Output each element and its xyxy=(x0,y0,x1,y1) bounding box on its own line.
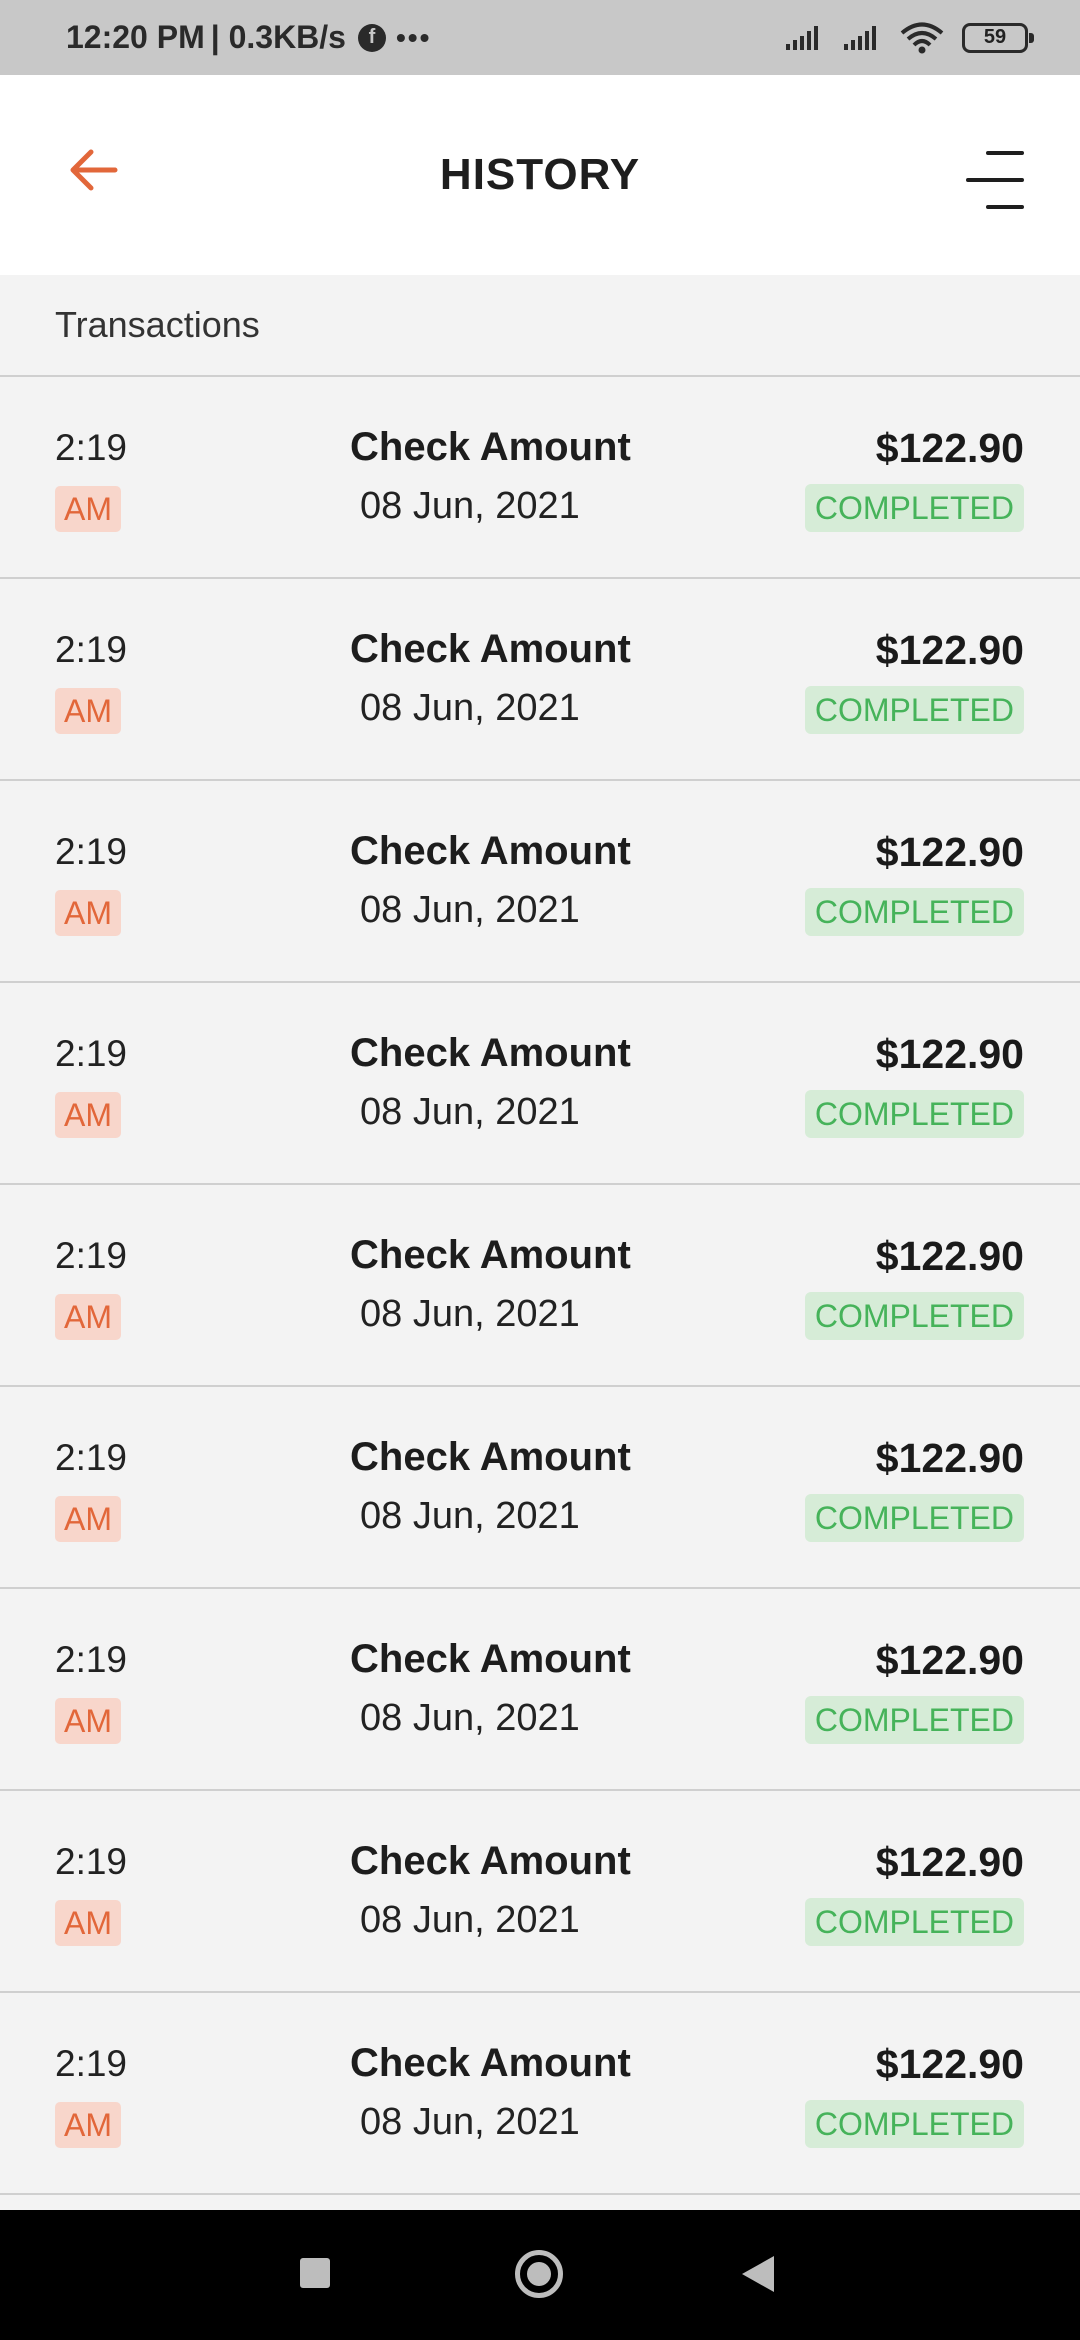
transaction-time: 2:19 xyxy=(55,427,128,468)
battery-icon: 59 xyxy=(962,22,1034,53)
transaction-date: 08 Jun, 2021 xyxy=(360,687,580,729)
transaction-date: 08 Jun, 2021 xyxy=(360,889,580,931)
section-header-transactions: Transactions xyxy=(0,275,1080,377)
square-recents-icon[interactable] xyxy=(300,2258,330,2288)
transaction-title: Check Amount xyxy=(350,1839,631,1883)
transaction-time: 2:19 xyxy=(55,1033,128,1074)
transaction-title: Check Amount xyxy=(350,2041,631,2085)
transaction-amount: $122.90 xyxy=(875,1233,1024,1279)
circle-home-icon[interactable] xyxy=(515,2250,563,2298)
transaction-amount: $122.90 xyxy=(875,1435,1024,1481)
transaction-title: Check Amount xyxy=(350,627,631,671)
wifi-icon xyxy=(900,22,944,53)
status-right: 59 xyxy=(784,22,1034,54)
transaction-amount: $122.90 xyxy=(875,2041,1024,2087)
transaction-row[interactable]: 2:19 AM Check Amount 08 Jun, 2021 $122.9… xyxy=(0,1185,1080,1387)
triangle-back-icon[interactable] xyxy=(742,2256,774,2292)
status-badge: COMPLETED xyxy=(804,484,1024,532)
transaction-date: 08 Jun, 2021 xyxy=(360,2101,580,2143)
transaction-row[interactable]: 2:19 AM Check Amount 08 Jun, 2021 $122.9… xyxy=(0,1589,1080,1791)
transaction-time: 2:19 xyxy=(55,1841,128,1882)
ampm-badge: AM xyxy=(55,486,121,532)
transaction-amount: $122.90 xyxy=(875,425,1024,471)
ampm-badge: AM xyxy=(55,1294,121,1340)
transaction-title: Check Amount xyxy=(350,829,631,873)
transaction-title: Check Amount xyxy=(350,1637,631,1681)
transaction-title: Check Amount xyxy=(350,1435,631,1479)
transaction-date: 08 Jun, 2021 xyxy=(360,1293,580,1335)
transaction-row[interactable]: 2:19 AM Check Amount 08 Jun, 2021 $122.9… xyxy=(0,1791,1080,1993)
transaction-date: 08 Jun, 2021 xyxy=(360,1495,580,1537)
transaction-time: 2:19 xyxy=(55,2043,128,2084)
system-nav-bar xyxy=(0,2210,1080,2340)
status-badge: COMPLETED xyxy=(804,686,1024,734)
transaction-row[interactable]: 2:19 AM Check Amount 08 Jun, 2021 $122.9… xyxy=(0,983,1080,1185)
status-badge: COMPLETED xyxy=(804,888,1024,936)
menu-lines-icon xyxy=(966,151,1024,209)
status-badge: COMPLETED xyxy=(804,1696,1024,1744)
transaction-time: 2:19 xyxy=(55,629,128,670)
transaction-amount: $122.90 xyxy=(875,1637,1024,1683)
ampm-badge: AM xyxy=(55,1900,121,1946)
ampm-badge: AM xyxy=(55,688,121,734)
app-bar: HISTORY xyxy=(0,75,1080,275)
transaction-time: 2:19 xyxy=(55,831,128,872)
transaction-time: 2:19 xyxy=(55,1437,128,1478)
ampm-badge: AM xyxy=(55,1496,121,1542)
transaction-amount: $122.90 xyxy=(875,627,1024,673)
ampm-badge: AM xyxy=(55,1698,121,1744)
ampm-badge: AM xyxy=(55,1092,121,1138)
status-badge: COMPLETED xyxy=(804,1898,1024,1946)
transaction-row[interactable]: 2:19 AM Check Amount 08 Jun, 2021 $122.9… xyxy=(0,1993,1080,2195)
transaction-amount: $122.90 xyxy=(875,1031,1024,1077)
arrow-left-icon xyxy=(70,149,118,191)
back-button[interactable] xyxy=(58,135,128,205)
status-badge: COMPLETED xyxy=(804,1090,1024,1138)
transaction-title: Check Amount xyxy=(350,1031,631,1075)
more-notifications-icon: ••• xyxy=(395,21,432,53)
battery-level: 59 xyxy=(983,26,1007,48)
status-badge: COMPLETED xyxy=(804,1494,1024,1542)
network-speed: | 0.3KB/s xyxy=(210,19,346,55)
transaction-row[interactable]: 2:19 AM Check Amount 08 Jun, 2021 $122.9… xyxy=(0,377,1080,579)
ampm-badge: AM xyxy=(55,890,121,936)
transaction-row[interactable]: 2:19 AM Check Amount 08 Jun, 2021 $122.9… xyxy=(0,1387,1080,1589)
transaction-date: 08 Jun, 2021 xyxy=(360,1697,580,1739)
transaction-date: 08 Jun, 2021 xyxy=(360,485,580,527)
signal-icon-2 xyxy=(844,25,876,50)
page-title: HISTORY xyxy=(439,150,641,199)
transaction-list: 2:19 AM Check Amount 08 Jun, 2021 $122.9… xyxy=(0,377,1080,2195)
signal-icon xyxy=(786,25,818,50)
status-badge: COMPLETED xyxy=(804,2100,1024,2148)
transaction-row[interactable]: 2:19 AM Check Amount 08 Jun, 2021 $122.9… xyxy=(0,579,1080,781)
transaction-title: Check Amount xyxy=(350,1233,631,1277)
transaction-date: 08 Jun, 2021 xyxy=(360,1091,580,1133)
status-time: 12:20 PM xyxy=(66,19,205,55)
app-notification-icon: f xyxy=(357,23,386,52)
transaction-title: Check Amount xyxy=(350,425,631,469)
status-left: 12:20 PM | 0.3KB/s f ••• xyxy=(66,19,431,56)
ampm-badge: AM xyxy=(55,2102,121,2148)
transaction-time: 2:19 xyxy=(55,1235,128,1276)
transaction-date: 08 Jun, 2021 xyxy=(360,1899,580,1941)
transaction-amount: $122.90 xyxy=(875,829,1024,875)
status-badge: COMPLETED xyxy=(804,1292,1024,1340)
menu-button[interactable] xyxy=(958,145,1028,215)
transaction-amount: $122.90 xyxy=(875,1839,1024,1885)
status-bar: 12:20 PM | 0.3KB/s f ••• 59 xyxy=(0,0,1080,75)
transaction-row[interactable]: 2:19 AM Check Amount 08 Jun, 2021 $122.9… xyxy=(0,781,1080,983)
transaction-time: 2:19 xyxy=(55,1639,128,1680)
